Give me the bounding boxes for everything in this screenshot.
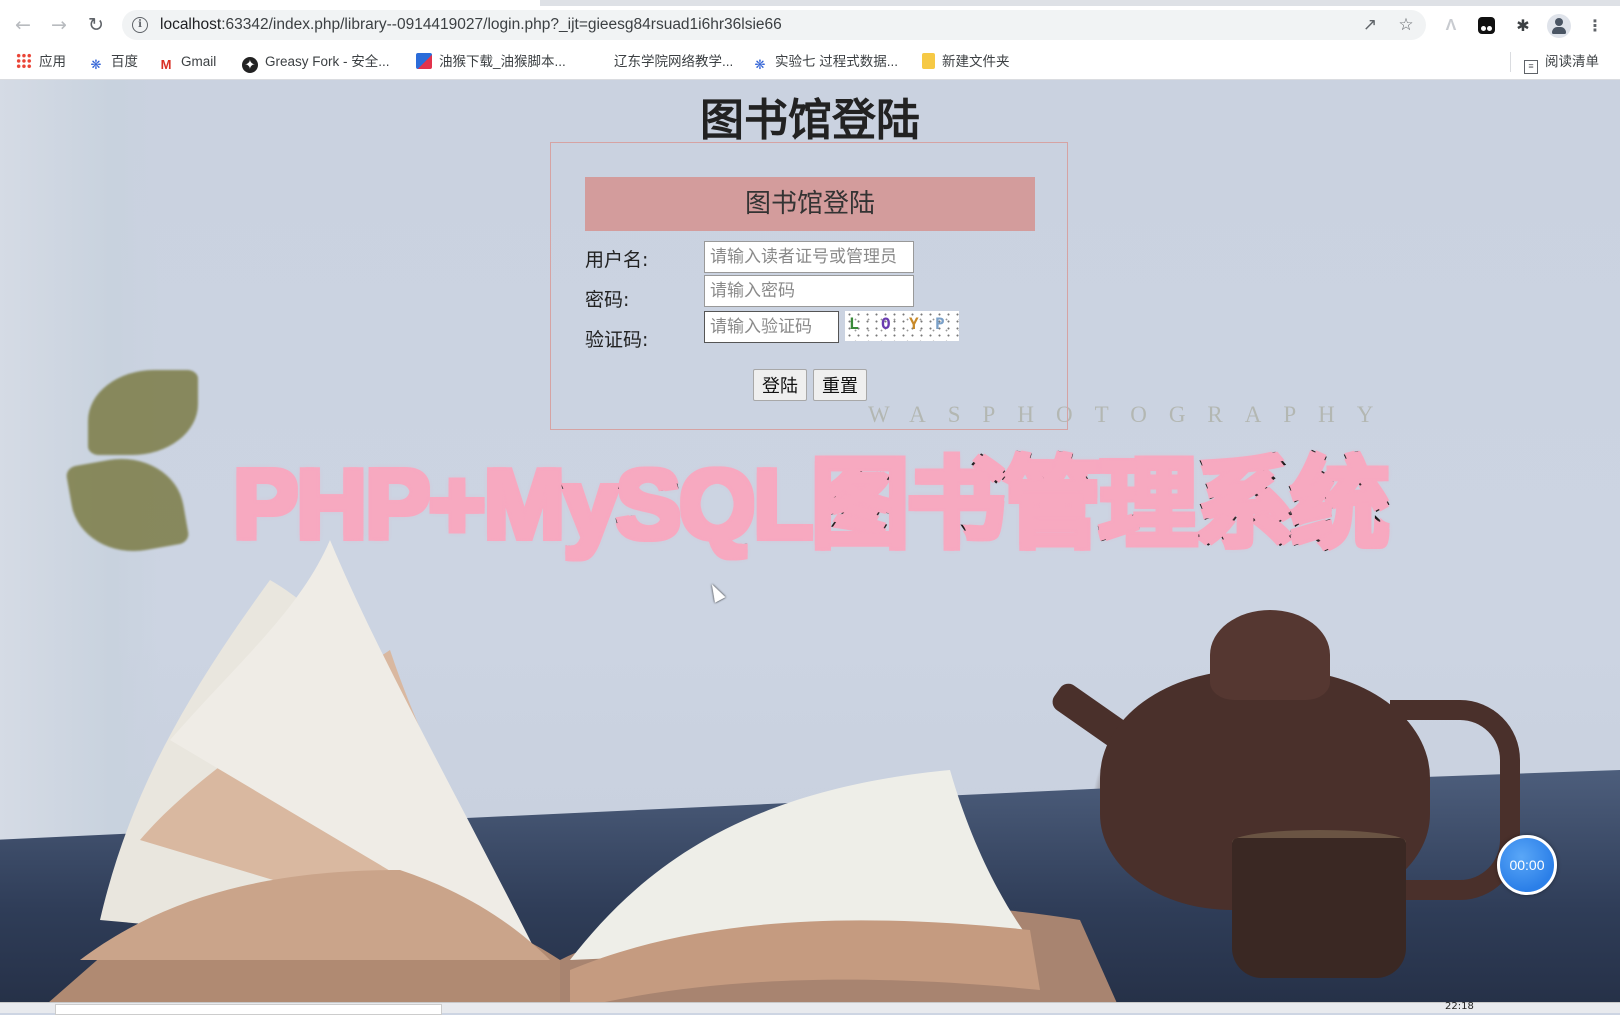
captcha-input[interactable]: [704, 311, 839, 343]
background-open-book: [49, 540, 1117, 1002]
password-label: 密码:: [585, 289, 630, 311]
bookmark-experiment-seven[interactable]: ❋ 实验七 过程式数据...: [752, 53, 899, 72]
reading-list-label: 阅读清单: [1545, 54, 1599, 69]
username-label: 用户名:: [585, 249, 649, 271]
url-host: localhost: [160, 16, 222, 33]
bookmark-label: 百度: [111, 54, 138, 69]
star-bookmark-icon[interactable]: ☆: [1396, 15, 1416, 35]
share-icon[interactable]: ↗: [1360, 15, 1380, 35]
captcha-image[interactable]: L O Y P: [845, 311, 959, 341]
bookmark-label: 实验七 过程式数据...: [775, 54, 899, 69]
back-arrow-icon[interactable]: ←: [10, 12, 36, 38]
profile-avatar-icon[interactable]: [1547, 14, 1571, 38]
tampermonkey-icon: [416, 53, 432, 69]
captcha-label: 验证码:: [585, 329, 649, 351]
url-path: :63342/index.php/library--0914419027/log…: [221, 16, 782, 33]
login-form: 图书馆登陆 用户名: 密码: 验证码: L O Y P 登陆 重置: [550, 142, 1068, 430]
browser-toolbar: ← → ↻ i localhost:63342/index.php/librar…: [0, 6, 1620, 44]
captcha-char: O: [881, 314, 891, 333]
captcha-char: L: [849, 314, 859, 333]
bookmark-label: 应用: [39, 54, 66, 69]
reload-icon[interactable]: ↻: [83, 12, 109, 38]
puzzle-extensions-icon[interactable]: ✱: [1512, 15, 1534, 37]
bookmark-greasy-fork[interactable]: ✦ Greasy Fork - 安全...: [242, 53, 390, 73]
username-input[interactable]: [704, 241, 914, 273]
more-menu-icon[interactable]: ⋮: [1584, 15, 1606, 37]
background-teacup: [1232, 838, 1406, 978]
folder-icon: [922, 53, 935, 69]
video-title-banner: PHP+MySQL图书管理系统: [230, 447, 1391, 562]
password-input[interactable]: [704, 275, 914, 307]
recording-timer[interactable]: 00:00: [1497, 835, 1557, 895]
captcha-char: Y: [909, 314, 919, 333]
bookmark-gmail[interactable]: M Gmail: [158, 53, 217, 72]
greasy-fork-icon: ✦: [242, 57, 258, 73]
login-button[interactable]: 登陆: [753, 369, 807, 401]
forward-arrow-icon[interactable]: →: [46, 12, 72, 38]
bookmark-label: 油猴下载_油猴脚本...: [439, 54, 566, 69]
reading-list-icon: ≡: [1524, 60, 1538, 74]
bookmark-label: 新建文件夹: [942, 54, 1010, 69]
bookmarks-bar: 应用 ❋ 百度 M Gmail ✦ Greasy Fork - 安全... 油猴下载_…: [0, 44, 1620, 80]
bookmark-new-folder[interactable]: 新建文件夹: [922, 53, 1010, 71]
site-info-icon[interactable]: i: [132, 17, 148, 33]
captcha-char: P: [935, 314, 945, 333]
bookmark-tampermonkey[interactable]: 油猴下载_油猴脚本...: [416, 53, 566, 71]
gmail-icon: M: [160, 57, 172, 72]
reading-list-button[interactable]: ≡ 阅读清单: [1524, 53, 1599, 74]
bookmarks-divider: [1510, 52, 1511, 72]
reset-button[interactable]: 重置: [813, 369, 867, 401]
bookmark-baidu[interactable]: ❋ 百度: [88, 53, 138, 72]
baidu-paw-icon: ❋: [90, 57, 102, 72]
tampermonkey-extension-icon[interactable]: [1478, 17, 1495, 34]
page-viewport: WASPHOTOGRAPHY 图书馆登陆 图书馆登陆 用户名: 密码: 验证码:…: [0, 80, 1620, 1002]
baidu-paw-icon: ❋: [754, 57, 766, 72]
taskbar-clock: 22:18: [1445, 1001, 1474, 1012]
background-teapot-lid: [1210, 610, 1330, 700]
bookmark-label: Greasy Fork - 安全...: [265, 54, 390, 69]
bookmark-label: 辽东学院网络教学...: [614, 54, 734, 69]
taskbar-search[interactable]: [55, 1004, 442, 1015]
bookmark-liaodong[interactable]: 辽东学院网络教学...: [614, 53, 733, 71]
extension-a-icon[interactable]: Λ: [1440, 15, 1462, 37]
address-bar[interactable]: i localhost:63342/index.php/library--091…: [122, 10, 1426, 40]
os-taskbar: 22:18: [0, 1001, 1620, 1015]
apps-grid-icon: [16, 53, 32, 69]
bookmark-apps[interactable]: 应用: [16, 53, 66, 71]
page-title: 图书馆登陆: [700, 95, 920, 146]
login-header: 图书馆登陆: [585, 177, 1035, 231]
url-text[interactable]: localhost:63342/index.php/library--09144…: [160, 16, 782, 34]
bookmark-label: Gmail: [181, 54, 217, 69]
